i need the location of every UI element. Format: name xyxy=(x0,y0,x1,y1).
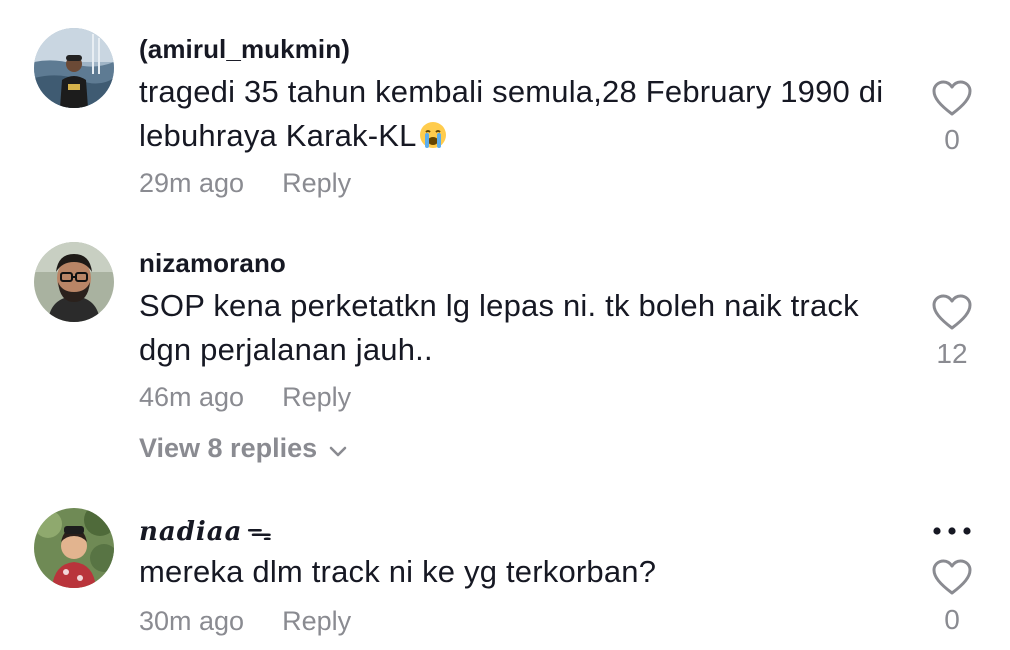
comment-username[interactable]: nizamorano xyxy=(139,248,286,279)
reply-button[interactable]: Reply xyxy=(282,606,351,636)
comment-username[interactable]: nadiaa ᯓ xyxy=(139,512,273,548)
comment-time: 29m ago xyxy=(139,168,245,198)
loudly-crying-face-icon xyxy=(418,118,448,162)
heart-outline-icon xyxy=(932,80,972,116)
comment-meta: 46m ago Reply xyxy=(139,382,351,413)
avatar-image xyxy=(34,242,114,322)
avatar[interactable] xyxy=(34,508,114,588)
like-count: 0 xyxy=(944,604,960,635)
avatar[interactable] xyxy=(34,242,114,322)
like-button[interactable] xyxy=(930,292,974,332)
comment-text-content: tragedi 35 tahun kembali semula,28 Febru… xyxy=(139,74,884,153)
avatar[interactable] xyxy=(34,28,114,108)
view-replies-button[interactable]: View 8 replies xyxy=(139,433,347,465)
comment-meta: 29m ago Reply xyxy=(139,168,351,199)
more-options-button[interactable] xyxy=(928,523,976,539)
reply-button[interactable]: Reply xyxy=(282,382,351,412)
like-count: 0 xyxy=(944,124,960,155)
like-button[interactable] xyxy=(930,78,974,118)
heart-outline-icon xyxy=(932,294,972,330)
comment-username-text: nadiaa xyxy=(139,517,243,547)
view-replies-label: View 8 replies xyxy=(139,433,318,463)
reply-button[interactable]: Reply xyxy=(282,168,351,198)
avatar-image xyxy=(34,28,114,108)
comment-text: SOP kena perketatkn lg lepas ni. tk bole… xyxy=(139,288,859,367)
username-decoration: ᯓ xyxy=(246,517,274,547)
comment-text: tragedi 35 tahun kembali semula,28 Febru… xyxy=(139,70,909,162)
comment-username[interactable]: (amirul_mukmin) xyxy=(139,34,350,65)
comment-time: 46m ago xyxy=(139,382,245,412)
avatar-image xyxy=(34,508,114,588)
like-button[interactable] xyxy=(930,557,974,597)
heart-outline-icon xyxy=(932,559,972,595)
more-dots-icon xyxy=(933,527,971,535)
chevron-down-icon xyxy=(329,434,347,465)
comment-time: 30m ago xyxy=(139,606,245,636)
like-count: 12 xyxy=(936,338,968,369)
comments-panel: (amirul_mukmin) tragedi 35 tahun kembali… xyxy=(0,0,1010,650)
comment-text: mereka dlm track ni ke yg terkorban? xyxy=(139,554,657,589)
comment-meta: 30m ago Reply xyxy=(139,606,351,637)
